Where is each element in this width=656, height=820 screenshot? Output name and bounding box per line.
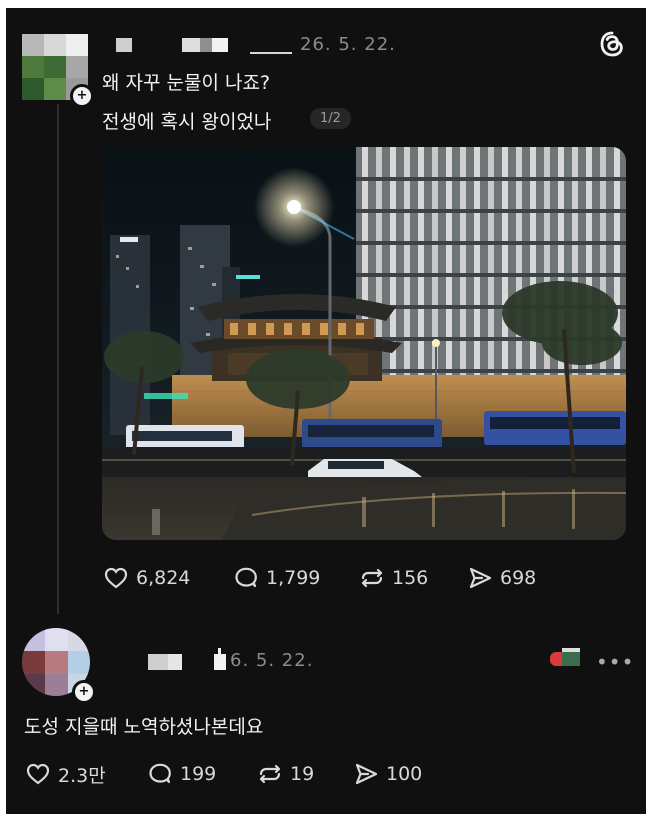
reply-username-censored [218, 648, 221, 654]
repost-icon [361, 568, 383, 588]
heart-icon [26, 763, 50, 785]
reply-repost-count: 19 [290, 763, 315, 785]
page-indicator: 1/2 [310, 108, 351, 129]
more-dots-icon[interactable]: ••• [596, 650, 634, 674]
reply-username-censored [214, 654, 226, 670]
reply-tag-censored [550, 652, 562, 666]
threads-icon[interactable] [598, 30, 626, 58]
reply-repost-button[interactable]: 19 [256, 760, 314, 788]
comment-button[interactable]: 1,799 [232, 564, 320, 592]
follow-plus-icon[interactable]: + [72, 680, 96, 704]
reply-date: 6. 5. 22. [230, 650, 314, 671]
reply-tag-censored [562, 648, 580, 652]
username-censored [182, 38, 200, 52]
username-censored [116, 38, 132, 52]
post-date: 26. 5. 22. [300, 34, 396, 55]
share-count: 698 [500, 567, 537, 589]
night-city-gate-image [102, 147, 626, 540]
thread-connector [57, 104, 59, 614]
username-censored [212, 38, 228, 52]
username-censored [200, 38, 212, 52]
follow-plus-icon[interactable]: + [70, 84, 94, 108]
comment-bubble-icon [149, 763, 171, 784]
repost-count: 156 [392, 567, 429, 589]
reply-comment-button[interactable]: 199 [146, 760, 216, 788]
repost-button[interactable]: 156 [358, 564, 428, 592]
repost-icon [259, 764, 281, 784]
thread-screen: + 26. 5. 22. 왜 자꾸 눈물이 나죠? 전생에 혹시 왕이었나 1/… [6, 8, 646, 814]
reply-like-count: 2.3만 [58, 764, 106, 787]
post-text-line-1: 왜 자꾸 눈물이 나죠? [102, 72, 271, 94]
reply-comment-count: 199 [180, 763, 217, 785]
reply-text: 도성 지을때 노역하셨나본데요 [24, 716, 264, 738]
comment-bubble-icon [235, 567, 257, 588]
post-photo[interactable] [102, 147, 626, 540]
reply-share-button[interactable]: 100 [352, 760, 422, 788]
like-count: 6,824 [136, 567, 191, 589]
comment-count: 1,799 [266, 567, 321, 589]
reply-username-censored [168, 654, 182, 670]
reply-share-count: 100 [386, 763, 423, 785]
like-button[interactable]: 6,824 [102, 564, 190, 592]
post-text-line-2: 전생에 혹시 왕이었나 [102, 111, 272, 133]
reply-username-censored [148, 654, 168, 670]
username-underline [250, 52, 292, 54]
send-icon [469, 567, 492, 589]
send-icon [355, 763, 378, 785]
share-button[interactable]: 698 [466, 564, 536, 592]
reply-like-button[interactable]: 2.3만 [24, 760, 106, 788]
heart-icon [104, 567, 128, 589]
